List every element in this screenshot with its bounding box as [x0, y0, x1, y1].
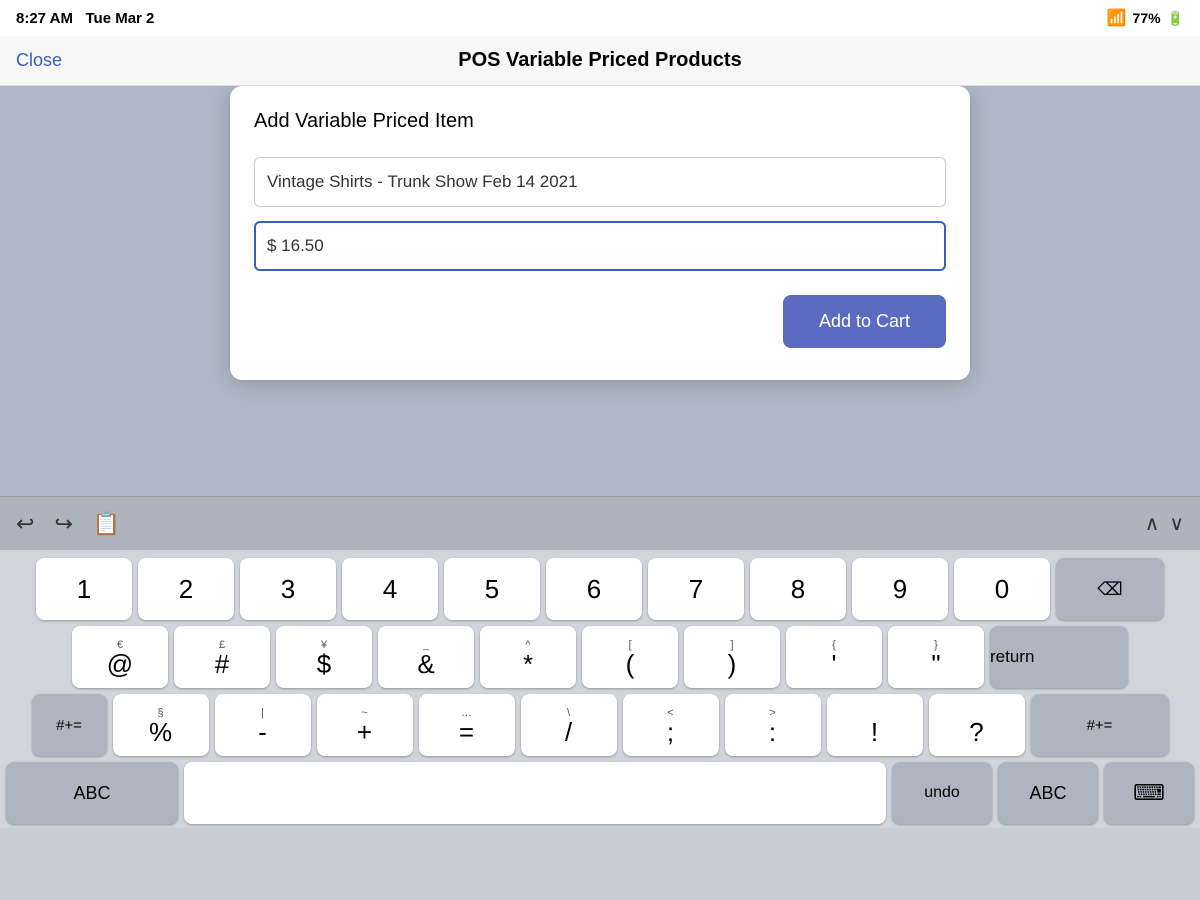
status-date: Tue Mar 2: [85, 10, 154, 27]
keyboard-row-bottom: ABC undo ABC ⌨: [6, 762, 1194, 824]
key-close-paren[interactable]: ] ): [684, 626, 780, 688]
modal-card: Add Variable Priced Item Add to Cart: [230, 86, 970, 380]
key-5[interactable]: 5: [444, 558, 540, 620]
status-time-date: 8:27 AM Tue Mar 2: [16, 10, 154, 27]
key-minus[interactable]: | -: [215, 694, 311, 756]
chevron-down-button[interactable]: ∨: [1169, 511, 1184, 536]
key-keyboard-dismiss[interactable]: ⌨: [1104, 762, 1194, 824]
keyboard-row-numbers: 1 2 3 4 5 6 7 8 9 0 ⌫: [6, 558, 1194, 620]
keyboard-dismiss-icon: ⌨: [1133, 780, 1165, 806]
key-ampersand[interactable]: _ &: [378, 626, 474, 688]
key-hash[interactable]: £ #: [174, 626, 270, 688]
key-2[interactable]: 2: [138, 558, 234, 620]
key-percent[interactable]: § %: [113, 694, 209, 756]
nav-bar: Close POS Variable Priced Products: [0, 36, 1200, 86]
toolbar-right: ∧ ∨: [1145, 511, 1184, 536]
key-9[interactable]: 9: [852, 558, 948, 620]
status-time: 8:27 AM: [16, 10, 73, 27]
key-7[interactable]: 7: [648, 558, 744, 620]
status-bar: 8:27 AM Tue Mar 2 📶 77% 🔋: [0, 0, 1200, 36]
wifi-icon: 📶: [1107, 8, 1127, 28]
key-backspace[interactable]: ⌫: [1056, 558, 1164, 620]
key-dollar[interactable]: ¥ $: [276, 626, 372, 688]
chevron-up-button[interactable]: ∧: [1145, 511, 1160, 536]
key-exclamation[interactable]: !: [827, 694, 923, 756]
key-shift-left[interactable]: #+=: [32, 694, 107, 756]
key-8[interactable]: 8: [750, 558, 846, 620]
key-0[interactable]: 0: [954, 558, 1050, 620]
toolbar-left: ↩ ↪ 📋: [16, 511, 120, 537]
key-semicolon[interactable]: < ;: [623, 694, 719, 756]
paste-toolbar-button[interactable]: 📋: [93, 511, 120, 537]
key-equals[interactable]: … =: [419, 694, 515, 756]
key-6[interactable]: 6: [546, 558, 642, 620]
battery-icon: 🔋: [1167, 10, 1184, 27]
key-colon[interactable]: > :: [725, 694, 821, 756]
keyboard-toolbar: ↩ ↪ 📋 ∧ ∨: [0, 496, 1200, 550]
key-at[interactable]: € @: [72, 626, 168, 688]
key-apostrophe[interactable]: { ': [786, 626, 882, 688]
keyboard-body: 1 2 3 4 5 6 7 8 9 0 ⌫ € @ £ # ¥ $ _ & ^: [0, 550, 1200, 828]
battery-text: 77%: [1133, 10, 1161, 26]
key-question[interactable]: ?: [929, 694, 1025, 756]
redo-toolbar-button[interactable]: ↪: [54, 511, 72, 537]
key-space[interactable]: [184, 762, 886, 824]
item-name-input[interactable]: [254, 157, 946, 207]
modal-title: Add Variable Priced Item: [254, 110, 946, 133]
key-4[interactable]: 4: [342, 558, 438, 620]
key-plus[interactable]: ~ +: [317, 694, 413, 756]
key-1[interactable]: 1: [36, 558, 132, 620]
undo-toolbar-button[interactable]: ↩: [16, 511, 34, 537]
modal-actions: Add to Cart: [254, 295, 946, 348]
price-input[interactable]: [254, 221, 946, 271]
key-slash[interactable]: \ /: [521, 694, 617, 756]
content-area: Add Variable Priced Item Add to Cart: [0, 86, 1200, 496]
key-asterisk[interactable]: ^ *: [480, 626, 576, 688]
key-abc-left[interactable]: ABC: [6, 762, 178, 824]
key-undo[interactable]: undo: [892, 762, 992, 824]
close-button[interactable]: Close: [16, 50, 62, 71]
key-abc-right[interactable]: ABC: [998, 762, 1098, 824]
add-to-cart-button[interactable]: Add to Cart: [783, 295, 946, 348]
key-shift-right[interactable]: #+=: [1031, 694, 1169, 756]
keyboard-row-sym2: #+= § % | - ~ + … = \ / < ; > :: [6, 694, 1194, 756]
page-title: POS Variable Priced Products: [458, 49, 741, 72]
key-quote[interactable]: } ": [888, 626, 984, 688]
key-open-paren[interactable]: [ (: [582, 626, 678, 688]
keyboard-row-sym1: € @ £ # ¥ $ _ & ^ * [ ( ] ) { ': [6, 626, 1194, 688]
status-icons: 📶 77% 🔋: [1107, 8, 1184, 28]
key-return[interactable]: return: [990, 626, 1128, 688]
key-3[interactable]: 3: [240, 558, 336, 620]
